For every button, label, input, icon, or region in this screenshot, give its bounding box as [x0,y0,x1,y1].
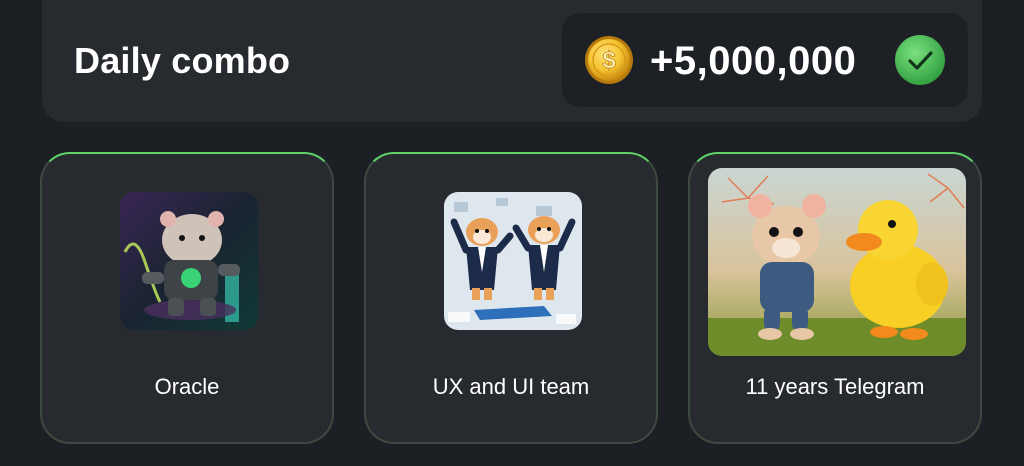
combo-card-ux-ui-team[interactable]: UX and UI team [364,152,658,444]
combo-card-oracle[interactable]: Oracle [40,152,334,444]
daily-combo-header: Daily combo $ +5,000,000 [42,0,982,122]
daily-combo-screen: Daily combo $ +5,000,000 Oracle UX and U… [0,0,1024,466]
card-label: UX and UI team [432,374,590,399]
hamster-cyborg-image [120,192,258,330]
checkmark-icon [894,34,946,86]
card-label: Oracle [154,374,220,399]
reward-amount: +5,000,000 [650,39,857,83]
svg-text:$: $ [602,47,616,74]
card-label: 11 years Telegram [745,374,925,399]
hamster-and-duck-image [708,168,966,356]
reward-badge: $ +5,000,000 [562,13,968,107]
page-title: Daily combo [74,40,291,81]
combo-card-11-years-telegram[interactable]: 11 years Telegram [688,152,982,444]
hamsters-in-suits-image [444,192,582,330]
dollar-coin-icon: $ [584,35,634,85]
